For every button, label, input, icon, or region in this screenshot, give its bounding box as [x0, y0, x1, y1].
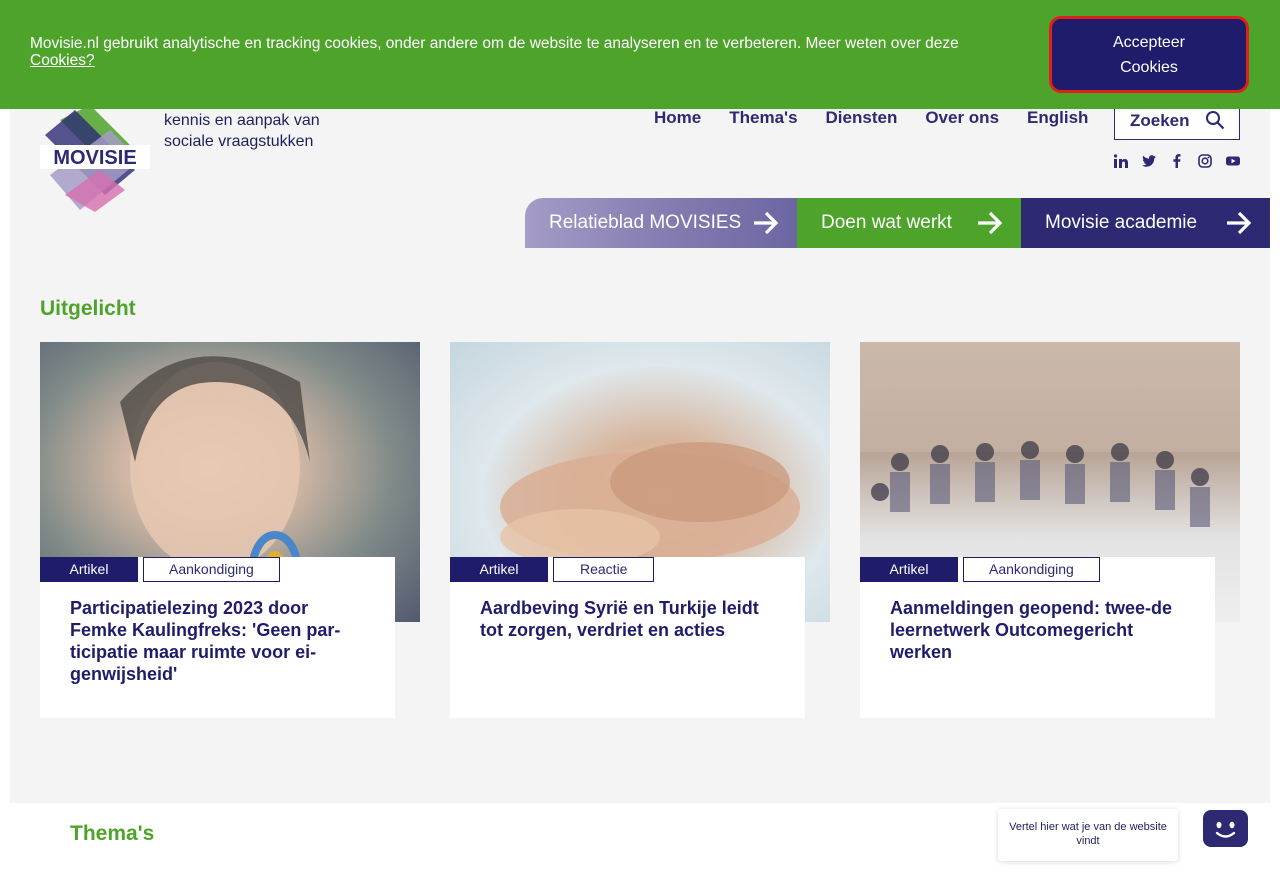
arrow-right-icon [754, 211, 779, 235]
card-title[interactable]: Aardbeving Syrië en Turkije leidt tot zo… [480, 597, 775, 641]
tagline: kennis en aanpak van sociale vraagstukke… [164, 110, 320, 152]
featured-card[interactable]: Artikel Aankondiging Aanmeldingen geopen… [860, 557, 1215, 718]
twitter-icon[interactable] [1141, 153, 1157, 169]
tagline-line-2: sociale vraagstukken [164, 133, 314, 150]
nav-home[interactable]: Home [654, 108, 701, 128]
card-category-tag: Aankondiging [963, 557, 1100, 582]
promo-label: Doen wat werkt [821, 212, 952, 233]
social-links [1113, 153, 1253, 169]
card-category-tag: Aankondiging [143, 557, 280, 582]
card-category-tag: Reactie [553, 557, 655, 582]
nav-over-ons[interactable]: Over ons [925, 108, 999, 128]
search-label: Zoeken [1130, 111, 1190, 130]
arrow-right-icon [1227, 211, 1252, 235]
arrow-right-icon [978, 211, 1003, 235]
promo-movisie-academie[interactable]: Movisie academie [1021, 198, 1270, 248]
tagline-line-1: kennis en aanpak van [164, 112, 320, 129]
card-type-tag: Artikel [860, 557, 958, 582]
promo-relatieblad[interactable]: Relatieblad MOVISIES [525, 198, 797, 248]
youtube-icon[interactable] [1225, 153, 1241, 169]
section-title-uitgelicht: Uitgelicht [40, 297, 136, 320]
card-title[interactable]: Aanmeldingen geopend: twee-de leernetwer… [890, 597, 1185, 663]
movisie-logo[interactable]: MOVISIE [40, 100, 150, 214]
nav-english[interactable]: English [1027, 108, 1088, 128]
promo-label: Relatieblad MOVISIES [549, 212, 742, 233]
section-title-themas: Thema's [70, 822, 155, 845]
accept-cookies-button[interactable]: Accepteer Cookies [1049, 16, 1249, 93]
accept-label-1: Accepteer [1112, 34, 1186, 51]
card-type-tag: Artikel [40, 557, 138, 582]
search-icon [1206, 111, 1225, 130]
accept-label-2: Cookies [1120, 59, 1178, 76]
featured-card[interactable]: Artikel Aankondiging Participatielezing … [40, 557, 395, 718]
linkedin-icon[interactable] [1113, 153, 1129, 169]
cookie-banner: Movisie.nl gebruikt analytische en track… [0, 0, 1280, 109]
chat-widget-button[interactable] [1203, 810, 1248, 847]
card-type-tag: Artikel [450, 557, 548, 582]
nav-diensten[interactable]: Diensten [826, 108, 898, 128]
promo-doen-wat-werkt[interactable]: Doen wat werkt [797, 198, 1021, 248]
chatbot-face-icon [1215, 821, 1236, 838]
card-title[interactable]: Participatielezing 2023 door Femke Kauli… [70, 597, 365, 685]
cookie-message: Movisie.nl gebruikt analytische en track… [30, 35, 959, 52]
cookie-text: Movisie.nl gebruikt analytische en track… [30, 35, 1050, 69]
featured-card[interactable]: Artikel Reactie Aardbeving Syrië en Turk… [450, 557, 805, 718]
logo-wordmark: MOVISIE [53, 147, 136, 169]
cookie-info-link[interactable]: Cookies? [30, 52, 95, 69]
facebook-icon[interactable] [1169, 153, 1185, 169]
instagram-icon[interactable] [1197, 153, 1213, 169]
promo-label: Movisie academie [1045, 212, 1198, 233]
main-nav: Home Thema's Diensten Over ons English [640, 108, 1116, 128]
chat-prompt[interactable]: Vertel hier wat je van de website vindt [998, 809, 1178, 861]
nav-themas[interactable]: Thema's [729, 108, 797, 128]
